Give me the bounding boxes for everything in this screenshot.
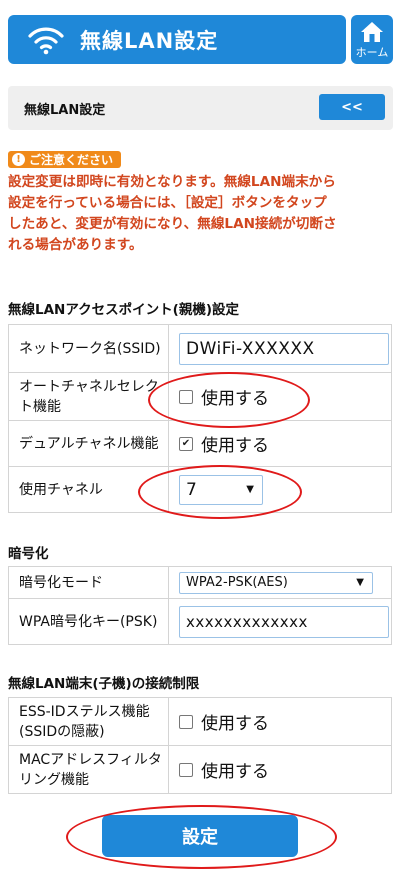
- caution-line: れる場合があります。: [8, 237, 143, 253]
- page-title: 無線LAN設定: [80, 28, 219, 53]
- table-row: MACアドレスフィルタリング機能 使用する: [8, 745, 392, 794]
- psk-input[interactable]: xxxxxxxxxxxxx: [179, 605, 389, 638]
- table-row: WPA暗号化キー(PSK) xxxxxxxxxxxxx: [8, 598, 392, 645]
- title-bar: 無線LAN設定: [8, 15, 346, 64]
- mac-filter-checkbox[interactable]: [179, 762, 193, 777]
- auto-channel-checkbox[interactable]: [179, 389, 193, 404]
- table-row: ESS-IDステルス機能(SSIDの隠蔽) 使用する: [8, 697, 392, 746]
- caution-badge-label: ご注意ください: [29, 153, 114, 167]
- stealth-label: ESS-IDステルス機能(SSIDの隠蔽): [8, 697, 169, 746]
- stealth-checkbox[interactable]: [179, 714, 193, 729]
- mac-filter-option-label: 使用する: [201, 762, 269, 782]
- enc-mode-select-value: WPA2-PSK(AES): [186, 575, 288, 590]
- enc-mode-label: 暗号化モード: [8, 566, 169, 599]
- enc-mode-select[interactable]: WPA2-PSK(AES) ▼: [179, 571, 373, 594]
- auto-channel-option[interactable]: 使用する: [179, 384, 391, 409]
- table-row: ネットワーク名(SSID) DWiFi-XXXXXX: [8, 324, 392, 373]
- home-label: ホーム: [355, 46, 389, 59]
- limit-settings-table: ESS-IDステルス機能(SSIDの隠蔽) 使用する MACアドレスフィルタリン…: [8, 697, 392, 794]
- triangle-down-icon: ▼: [356, 577, 364, 588]
- home-button[interactable]: ホーム: [351, 15, 393, 64]
- stealth-option-label: 使用する: [201, 714, 269, 734]
- enc-section-title: 暗号化: [8, 546, 49, 562]
- ap-settings-table: ネットワーク名(SSID) DWiFi-XXXXXX オートチャネルセレクト機能…: [8, 324, 392, 513]
- enc-settings-table: 暗号化モード WPA2-PSK(AES) ▼ WPA暗号化キー(PSK) xxx…: [8, 566, 392, 645]
- submit-button[interactable]: 設定: [102, 815, 298, 857]
- psk-label: WPA暗号化キー(PSK): [8, 598, 169, 645]
- caution-line: 設定変更は即時に有効となります。無線LAN端末から: [8, 174, 336, 190]
- mac-filter-option[interactable]: 使用する: [179, 757, 391, 782]
- breadcrumb-bar: 無線LAN設定 <<: [8, 86, 393, 130]
- channel-label: 使用チャネル: [8, 466, 169, 513]
- exclamation-icon: !: [12, 153, 25, 166]
- back-button[interactable]: <<: [319, 94, 385, 120]
- dual-channel-option[interactable]: ✔ 使用する: [179, 431, 391, 456]
- dual-channel-label: デュアルチャネル機能: [8, 420, 169, 467]
- ap-section-title: 無線LANアクセスポイント(親機)設定: [8, 302, 240, 318]
- channel-select-value: 7: [186, 479, 197, 500]
- caution-line: したあと、変更が有効になり、無線LAN接続が切断さ: [8, 216, 337, 232]
- table-row: 暗号化モード WPA2-PSK(AES) ▼: [8, 566, 392, 599]
- limit-section-title: 無線LAN端末(子機)の接続制限: [8, 676, 200, 692]
- stealth-option[interactable]: 使用する: [179, 709, 391, 734]
- triangle-down-icon: ▼: [246, 484, 254, 495]
- ssid-input[interactable]: DWiFi-XXXXXX: [179, 332, 389, 365]
- dual-channel-checkbox[interactable]: ✔: [179, 436, 193, 451]
- caution-line: 設定を行っている場合には、［設定］ボタンをタップ: [8, 195, 327, 211]
- table-row: デュアルチャネル機能 ✔ 使用する: [8, 420, 392, 467]
- mac-filter-label: MACアドレスフィルタリング機能: [8, 745, 169, 794]
- caution-message: 設定変更は即時に有効となります。無線LAN端末から 設定を行っている場合には、［…: [8, 172, 394, 256]
- auto-channel-label: オートチャネルセレクト機能: [8, 372, 169, 421]
- ssid-label: ネットワーク名(SSID): [8, 324, 169, 373]
- wifi-icon: [28, 27, 64, 54]
- caution-badge: ! ご注意ください: [8, 151, 122, 168]
- breadcrumb-label: 無線LAN設定: [24, 102, 106, 118]
- channel-select[interactable]: 7 ▼: [179, 474, 263, 505]
- auto-channel-option-label: 使用する: [201, 389, 269, 409]
- dual-channel-option-label: 使用する: [201, 436, 269, 456]
- home-icon: [361, 22, 383, 42]
- table-row: 使用チャネル 7 ▼: [8, 466, 392, 513]
- table-row: オートチャネルセレクト機能 使用する: [8, 372, 392, 421]
